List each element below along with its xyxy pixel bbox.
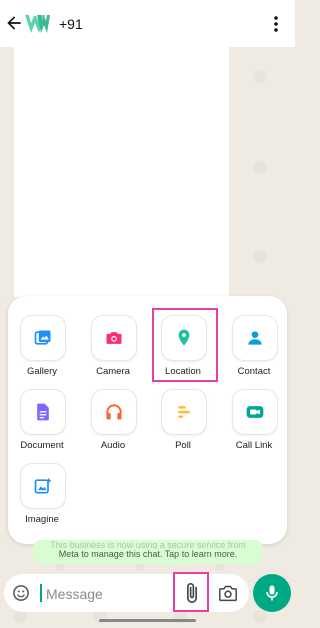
call-link-icon [246,406,264,418]
call-link-button[interactable] [232,389,278,435]
text-cursor [40,584,42,602]
banner-line-1: This business is now using a secure serv… [50,540,246,549]
headphones-icon [106,404,122,420]
poll-button[interactable] [161,389,207,435]
contact-label: Contact [237,366,271,377]
business-info-banner[interactable]: This business is now using a secure serv… [33,540,263,564]
imagine-label: Imagine [25,514,59,525]
camera-shortcut-icon[interactable] [218,584,238,602]
microphone-icon [266,585,278,601]
contact-icon [248,331,262,345]
document-label: Document [20,440,64,451]
imagine-icon [34,477,52,494]
avatar[interactable] [23,11,51,37]
attach-highlight [173,572,209,612]
call-link-label: Call Link [235,440,273,451]
message-input[interactable] [44,583,178,605]
home-indicator [99,619,196,622]
camera-icon [106,332,122,344]
contact-button[interactable] [232,315,278,361]
back-arrow-icon[interactable] [4,13,24,33]
attachment-sheet: Gallery Camera Location Contact Document [8,296,287,544]
audio-button[interactable] [91,389,137,435]
chat-header: +91 [0,0,295,47]
poll-icon [178,406,190,418]
camera-label: Camera [96,366,130,377]
more-options-icon[interactable] [268,14,284,34]
location-button[interactable] [161,315,207,361]
message-media-placeholder [14,47,229,297]
document-button[interactable] [20,389,66,435]
location-label: Location [165,366,201,377]
banner-line-2: Meta to manage this chat. Tap to learn m… [58,549,238,559]
imagine-button[interactable] [20,463,66,509]
poll-label: Poll [175,440,191,451]
voice-message-button[interactable] [253,574,291,612]
location-icon [178,329,190,346]
audio-label: Audio [100,440,126,451]
camera-button[interactable] [91,315,137,361]
message-composer [4,574,249,612]
document-icon [37,403,49,421]
gallery-button[interactable] [20,315,66,361]
emoji-icon[interactable] [12,584,30,602]
gallery-label: Gallery [26,366,58,377]
contact-name[interactable]: +91 [59,16,83,32]
gallery-icon [34,330,51,345]
